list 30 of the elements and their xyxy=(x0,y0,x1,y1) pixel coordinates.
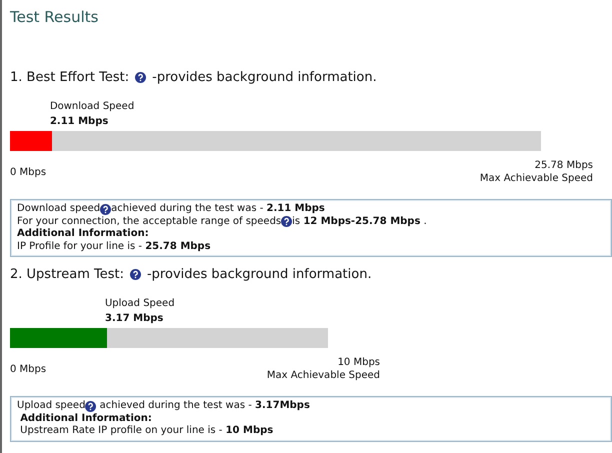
help-icon[interactable] xyxy=(130,269,141,280)
info-text: Upload speed xyxy=(17,400,86,412)
speed-label: Upload Speed xyxy=(104,297,175,311)
info-text: is 12 Mbps-25.78 Mbps . xyxy=(292,216,427,228)
heading-note: -provides background information. xyxy=(146,267,372,282)
info-text: achieved during the test was - 2.11 Mbps xyxy=(111,203,325,216)
heading-note: -provides background information. xyxy=(152,70,377,85)
info-text: IP Profile for your line is - 25.78 Mbps xyxy=(17,240,211,253)
max-speed-value: 10 Mbps xyxy=(338,356,380,369)
info-text: For your connection, the acceptable range of speeds xyxy=(17,216,282,228)
help-icon[interactable] xyxy=(135,72,146,83)
max-speed-label: Max Achievable Speed xyxy=(266,369,380,382)
section-heading: 2. Upstream Test: xyxy=(10,267,124,282)
help-icon[interactable] xyxy=(281,216,292,228)
page-title: Test Results xyxy=(10,8,100,28)
section-heading: 1. Best Effort Test: xyxy=(10,70,130,85)
min-speed-label: 0 Mbps xyxy=(10,167,46,178)
info-text: Download speed xyxy=(17,203,100,216)
info-text: Additional Information: xyxy=(17,228,149,240)
help-icon[interactable] xyxy=(100,204,112,215)
max-speed-value: 25.78 Mbps xyxy=(534,159,593,172)
info-text: Upstream Rate IP profile on your line is - 10 Mbps xyxy=(19,425,274,438)
speed-value: 2.11 Mbps xyxy=(50,115,108,129)
help-icon[interactable] xyxy=(85,400,96,412)
max-speed-label: Max Achievable Speed xyxy=(480,172,593,185)
info-text: Additional Information: xyxy=(19,412,152,425)
speed-value: 3.17 Mbps xyxy=(104,312,164,326)
min-speed-label: 0 Mbps xyxy=(10,364,46,375)
info-text: achieved during the test was - 3.17Mbps xyxy=(98,400,310,412)
speed-label: Download Speed xyxy=(50,100,134,114)
